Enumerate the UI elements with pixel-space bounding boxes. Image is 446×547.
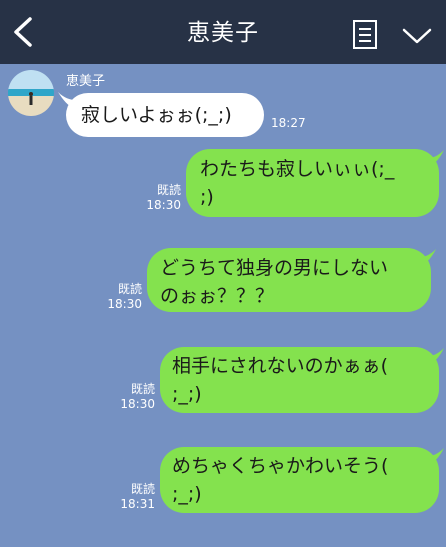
message-bubble-incoming[interactable]: 寂しいよぉぉ(;_;) [66,93,264,137]
message-text: めちゃくちゃかわいそう( ;_;) [172,455,389,505]
chevron-left-icon [14,17,32,47]
note-list-icon [353,20,377,49]
contact-avatar[interactable] [8,70,54,116]
bubble-tail [428,348,444,366]
read-receipt: 既読 [117,282,142,296]
message-time: 18:30 [120,397,155,411]
back-button[interactable] [6,12,42,52]
message-bubble-outgoing[interactable]: わたちも寂しいぃぃ(;_ ;) [186,149,439,217]
message-text: 相手にされないのかぁぁ( ;_;) [172,355,389,405]
bubble-tail [428,150,444,168]
read-receipt: 既読 [130,382,155,396]
notes-button[interactable] [350,18,380,52]
read-receipt: 既読 [156,183,181,197]
message-bubble-outgoing[interactable]: どうちて独身の男にしない のぉぉ？？？ [147,248,431,312]
message-time: 18:27 [271,116,306,130]
menu-button[interactable] [400,22,434,50]
message-bubble-outgoing[interactable]: 相手にされないのかぁぁ( ;_;) [160,347,439,413]
message-text: 寂しいよぉぉ(;_;) [81,104,232,126]
message-time: 18:31 [120,497,155,511]
message-text: わたちも寂しいぃぃ(;_ ;) [200,158,395,208]
sender-name: 恵美子 [66,74,106,89]
message-time: 18:30 [146,198,181,212]
bubble-tail [428,448,444,466]
bubble-tail [58,92,76,110]
read-receipt: 既読 [130,482,155,496]
message-text: どうちて独身の男にしない のぉぉ？？？ [160,257,389,307]
chat-header: 恵美子 [0,0,446,64]
message-time: 18:30 [107,297,142,311]
bubble-tail [420,249,436,267]
message-bubble-outgoing[interactable]: めちゃくちゃかわいそう( ;_;) [160,447,439,513]
chevron-down-icon [402,28,432,44]
